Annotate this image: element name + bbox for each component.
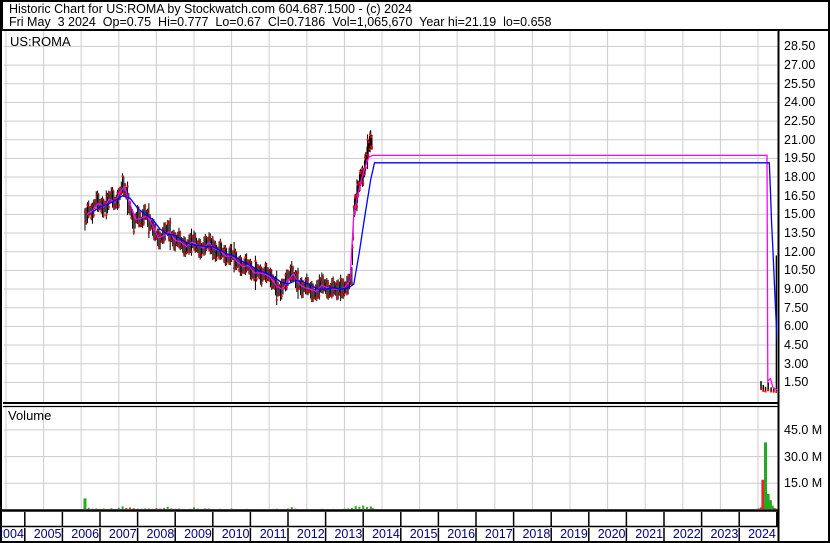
panel-borders	[0, 0, 830, 543]
price-axis-tick: 15.00	[784, 207, 816, 222]
year-axis-label: 2005	[33, 527, 62, 541]
year-axis-label: 2021	[635, 527, 664, 541]
price-axis-tick: 28.50	[784, 39, 816, 54]
price-bars	[84, 130, 777, 393]
price-axis-tick: 22.50	[784, 114, 816, 129]
year-axis-label: 2022	[672, 527, 701, 541]
year-axis-label: 2018	[522, 527, 551, 541]
year-axis-label: 2013	[334, 527, 363, 541]
year-axis-label: 2004	[0, 527, 24, 541]
price-axis-tick: 24.00	[784, 95, 816, 110]
gridlines	[4, 31, 777, 509]
price-axis-tick: 4.50	[784, 338, 809, 353]
price-axis-tick: 3.00	[784, 356, 809, 371]
volume-axis-tick: 45.0 M	[784, 422, 823, 437]
year-axis-label: 2009	[184, 527, 212, 541]
close-ticks	[83, 133, 777, 393]
price-series-layer	[83, 130, 777, 393]
price-axis-tick: 6.00	[784, 319, 809, 334]
price-axis-tick: 18.00	[784, 170, 816, 185]
moving-average-slow	[92, 162, 777, 346]
chart-header: Historic Chart for US:ROMA by Stockwatch…	[0, 0, 830, 30]
year-axis-label: 2015	[409, 527, 438, 541]
year-axis-label: 2014	[372, 527, 400, 541]
volume-axis-tick: 15.0 M	[784, 476, 823, 491]
year-axis-label: 2006	[71, 527, 100, 541]
year-axis-label: 2023	[710, 527, 739, 541]
year-axis-label: 2024	[748, 527, 776, 541]
price-axis-tick: 16.50	[784, 188, 816, 203]
price-axis-tick: 1.50	[784, 375, 809, 390]
year-axis-label: 2008	[146, 527, 175, 541]
price-axis-tick: 12.00	[784, 244, 816, 259]
symbol-label: US:ROMA	[10, 34, 71, 49]
year-axis: 2004 2005 2006 2007 2008 2009 2010 2011 2012 2013…	[0, 527, 830, 542]
price-axis-tick: 7.50	[784, 300, 809, 315]
price-axis-tick: 9.00	[784, 282, 809, 297]
price-axis-tick: 10.50	[784, 263, 816, 278]
year-axis-label: 2016	[447, 527, 476, 541]
volume-axis-tick: 30.0 M	[784, 449, 823, 464]
volume-panel-label: Volume	[8, 408, 52, 423]
year-axis-label: 2020	[597, 527, 626, 541]
stockwatch-historic-chart-window: Historic Chart for US:ROMA by Stockwatch…	[0, 0, 830, 543]
year-axis-label: 2012	[296, 527, 325, 541]
year-axis-label: 2010	[221, 527, 250, 541]
year-axis-label: 2011	[259, 527, 287, 541]
price-axis-tick: 25.50	[784, 76, 816, 91]
price-axis-tick: 19.50	[784, 151, 816, 166]
year-axis-label: 2017	[484, 527, 513, 541]
year-axis-label: 2007	[108, 527, 137, 541]
moving-average-fast	[86, 154, 777, 391]
quote-summary: Fri May 3 2024 Op=0.75 Hi=0.777 Lo=0.67 …	[9, 15, 552, 29]
chart-canvas	[0, 0, 830, 543]
price-axis-tick: 27.00	[784, 58, 816, 73]
year-axis-label: 2019	[560, 527, 588, 541]
price-axis-tick: 21.00	[784, 132, 816, 147]
price-axis-tick: 13.50	[784, 226, 816, 241]
volume-bars-layer	[83, 442, 777, 509]
